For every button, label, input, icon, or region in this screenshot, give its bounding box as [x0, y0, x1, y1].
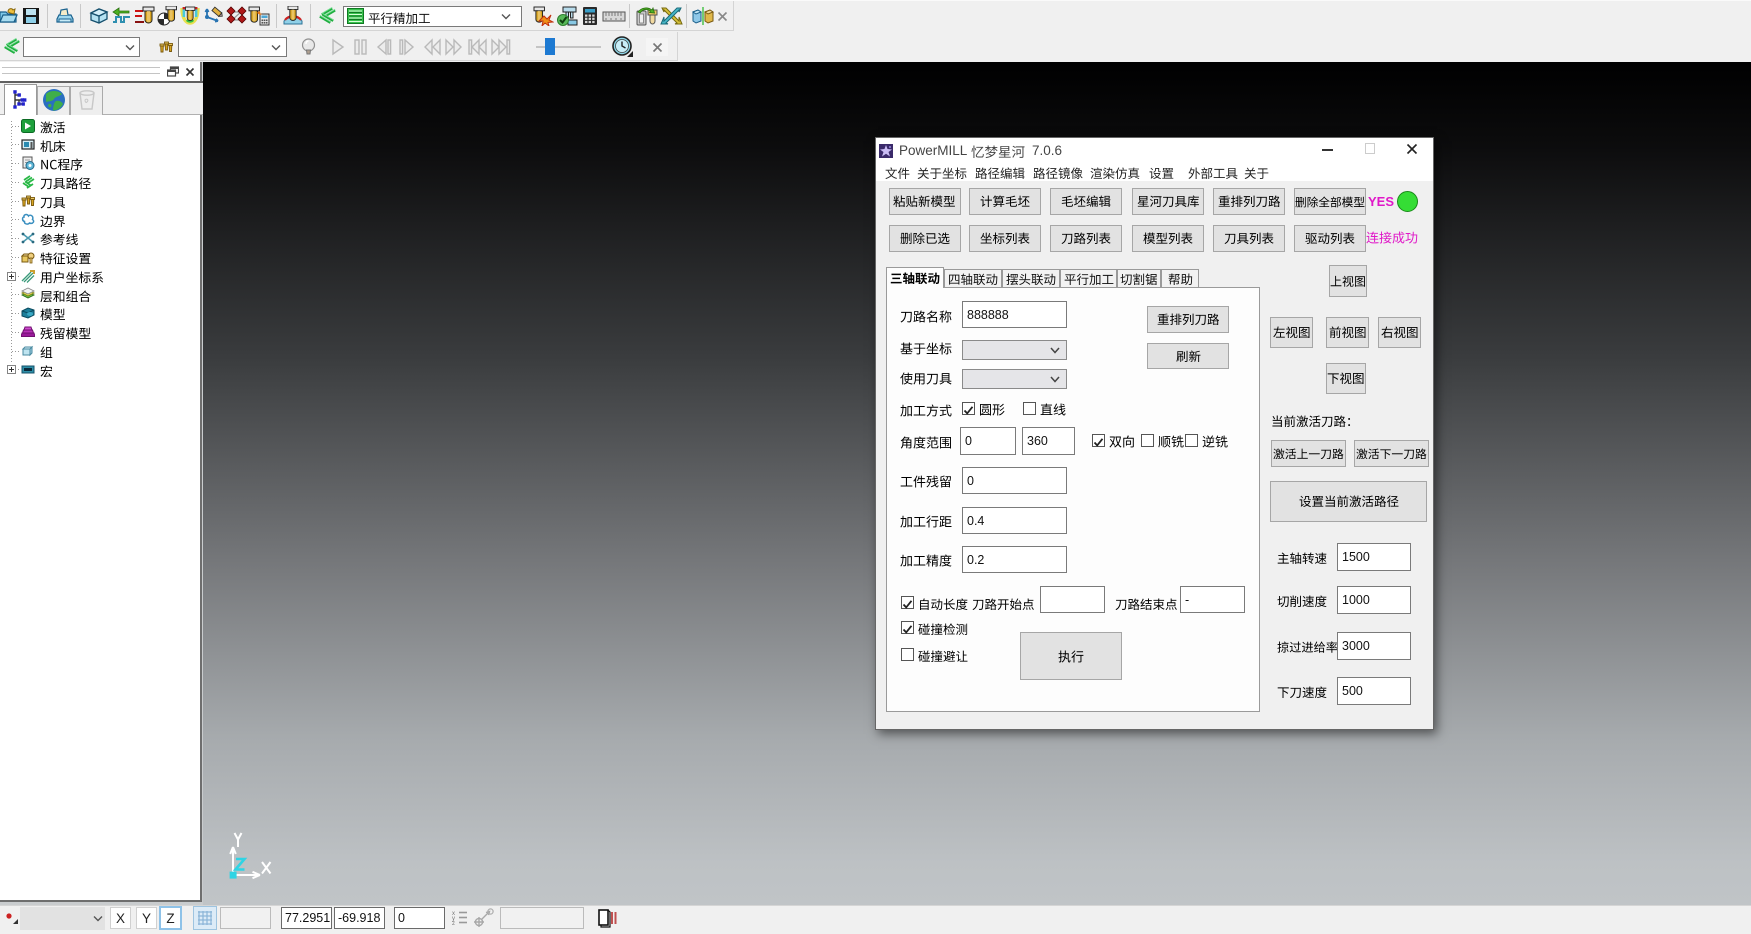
svg-text:z: z	[452, 921, 455, 927]
